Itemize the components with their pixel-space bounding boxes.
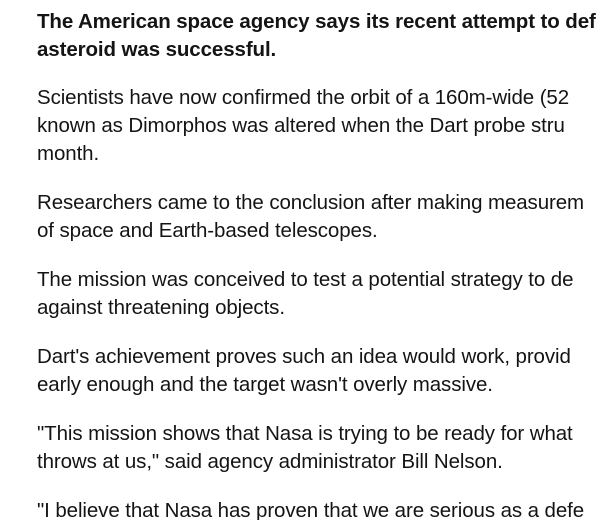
article-paragraph-3: The mission was conceived to test a pote…: [37, 268, 574, 319]
article-paragraph-4: Dart's achievement proves such an idea w…: [37, 345, 571, 396]
article-paragraph-6: "I believe that Nasa has proven that we …: [37, 499, 585, 520]
article-body: The American space agency says its recen…: [37, 8, 600, 520]
article-paragraph-2: Researchers came to the conclusion after…: [37, 191, 585, 242]
article-viewport: The American space agency says its recen…: [0, 0, 600, 520]
article-paragraph-1: Scientists have now confirmed the orbit …: [37, 86, 570, 165]
article-paragraph-5: "This mission shows that Nasa is trying …: [37, 422, 573, 473]
article-lede: The American space agency says its recen…: [37, 10, 596, 61]
